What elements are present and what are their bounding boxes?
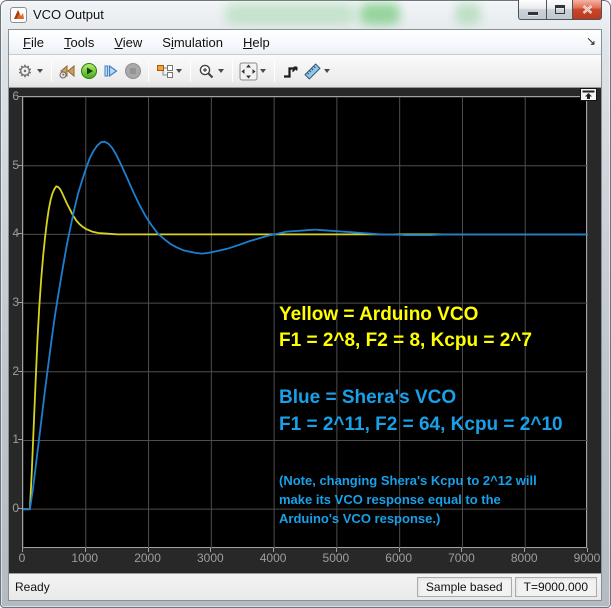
stop-button[interactable] bbox=[122, 60, 144, 82]
fit-to-view-button[interactable] bbox=[237, 60, 259, 82]
annotation-blue-label: Blue = Shera's VCO F1 = 2^11, F2 = 64, K… bbox=[279, 387, 563, 435]
x-tick-mark bbox=[398, 548, 400, 552]
y-tick-mark bbox=[18, 302, 22, 304]
step-forward-button[interactable] bbox=[100, 60, 122, 82]
step-back-icon bbox=[59, 64, 75, 79]
x-tick-mark bbox=[587, 548, 588, 552]
y-tick-mark bbox=[18, 164, 22, 166]
menu-item-view[interactable]: View bbox=[104, 32, 152, 53]
toolbar-separator bbox=[232, 60, 233, 82]
x-tick-label: 7000 bbox=[448, 551, 475, 565]
y-tick-mark bbox=[18, 233, 22, 235]
signal-selector-icon bbox=[156, 64, 173, 78]
x-tick-label: 9000 bbox=[573, 551, 601, 565]
x-tick-label: 4000 bbox=[259, 551, 287, 565]
settings-gear-button[interactable]: ⚙ bbox=[14, 60, 36, 82]
zoom-in-icon bbox=[199, 64, 213, 78]
x-tick-mark bbox=[335, 548, 337, 552]
annotation-note-label: (Note, changing Shera's Kcpu to 2^12 wil… bbox=[279, 473, 537, 526]
minimize-icon bbox=[527, 12, 538, 15]
x-tick-mark bbox=[461, 548, 463, 552]
x-tick-mark bbox=[210, 548, 212, 552]
toolbar-separator bbox=[190, 60, 191, 82]
maximize-icon bbox=[554, 5, 565, 14]
y-tick-mark bbox=[18, 508, 22, 510]
x-tick-mark bbox=[22, 548, 23, 552]
step-back-button[interactable] bbox=[56, 60, 78, 82]
gear-icon: ⚙ bbox=[17, 61, 33, 81]
x-tick-mark bbox=[147, 548, 149, 552]
toolbar-separator bbox=[51, 60, 52, 82]
x-tick-label: 5000 bbox=[322, 551, 350, 565]
x-tick-label: 1000 bbox=[71, 551, 99, 565]
window-title: VCO Output bbox=[33, 7, 104, 22]
close-icon bbox=[582, 5, 592, 14]
x-tick-label: 0 bbox=[18, 551, 26, 565]
toolbar-separator bbox=[274, 60, 275, 82]
measurements-ruler-icon bbox=[303, 62, 321, 80]
y-tick-mark bbox=[18, 370, 22, 372]
menu-bar: File Tools View Simulation Help ↘ bbox=[9, 30, 601, 55]
title-bar[interactable]: VCO Output bbox=[0, 0, 611, 29]
float-scope-button[interactable] bbox=[580, 88, 597, 101]
trigger-icon bbox=[283, 65, 298, 78]
x-tick-label: 6000 bbox=[385, 551, 412, 565]
dock-up-arrow-icon bbox=[582, 90, 595, 99]
stop-icon bbox=[125, 63, 141, 79]
run-button[interactable] bbox=[78, 60, 100, 82]
zoom-button[interactable] bbox=[195, 60, 217, 82]
x-tick-mark bbox=[524, 548, 526, 552]
y-tick-mark bbox=[18, 439, 22, 441]
dock-arrow-icon[interactable]: ↘ bbox=[586, 34, 596, 48]
plot-area[interactable]: Yellow = Arduino VCO F1 = 2^8, F2 = 8, K… bbox=[22, 96, 588, 549]
toolbar-separator bbox=[148, 60, 149, 82]
sim-time-cell: T=9000.000 bbox=[514, 577, 597, 597]
settings-dropdown-caret[interactable] bbox=[37, 69, 43, 73]
status-bar: Ready Sample based T=9000.000 bbox=[9, 573, 601, 600]
simulink-app-icon bbox=[10, 6, 27, 23]
menu-item-simulation[interactable]: Simulation bbox=[152, 32, 233, 53]
window-controls bbox=[518, 0, 602, 20]
x-tick-label: 3000 bbox=[196, 551, 224, 565]
menu-item-help[interactable]: Help bbox=[233, 32, 280, 53]
close-button[interactable] bbox=[573, 0, 602, 20]
menu-item-file[interactable]: File bbox=[13, 32, 54, 53]
status-text: Ready bbox=[15, 580, 50, 594]
measurements-button[interactable] bbox=[301, 60, 323, 82]
signal-selector-caret[interactable] bbox=[176, 69, 182, 73]
minimize-button[interactable] bbox=[518, 0, 546, 20]
measurements-caret[interactable] bbox=[324, 69, 330, 73]
glass-reflection bbox=[225, 3, 355, 25]
run-icon bbox=[81, 63, 97, 79]
x-tick-label: 8000 bbox=[510, 551, 538, 565]
fit-to-view-caret[interactable] bbox=[260, 69, 266, 73]
step-forward-icon bbox=[104, 64, 118, 78]
scope-canvas[interactable]: Yellow = Arduino VCO F1 = 2^8, F2 = 8, K… bbox=[9, 88, 601, 573]
maximize-button[interactable] bbox=[546, 0, 573, 20]
zoom-dropdown-caret[interactable] bbox=[218, 69, 224, 73]
sample-mode-cell: Sample based bbox=[416, 577, 512, 597]
x-tick-label: 2000 bbox=[134, 551, 161, 565]
glass-reflection bbox=[455, 3, 481, 25]
fit-to-view-icon bbox=[239, 62, 257, 80]
menu-item-tools[interactable]: Tools bbox=[54, 32, 104, 53]
annotation-yellow-label: Yellow = Arduino VCO F1 = 2^8, F2 = 8, K… bbox=[279, 304, 532, 351]
client-area: File Tools View Simulation Help ↘ ⚙ Yell… bbox=[8, 29, 602, 601]
toolbar: ⚙ bbox=[9, 55, 601, 88]
trigger-button[interactable] bbox=[279, 60, 301, 82]
y-tick-mark bbox=[18, 96, 22, 97]
signal-selector-button[interactable] bbox=[153, 60, 175, 82]
x-tick-mark bbox=[273, 548, 275, 552]
glass-reflection bbox=[360, 3, 400, 25]
x-tick-mark bbox=[84, 548, 86, 552]
scope-window: VCO Output File Tools View Simulation Help ↘ … bbox=[0, 0, 611, 608]
